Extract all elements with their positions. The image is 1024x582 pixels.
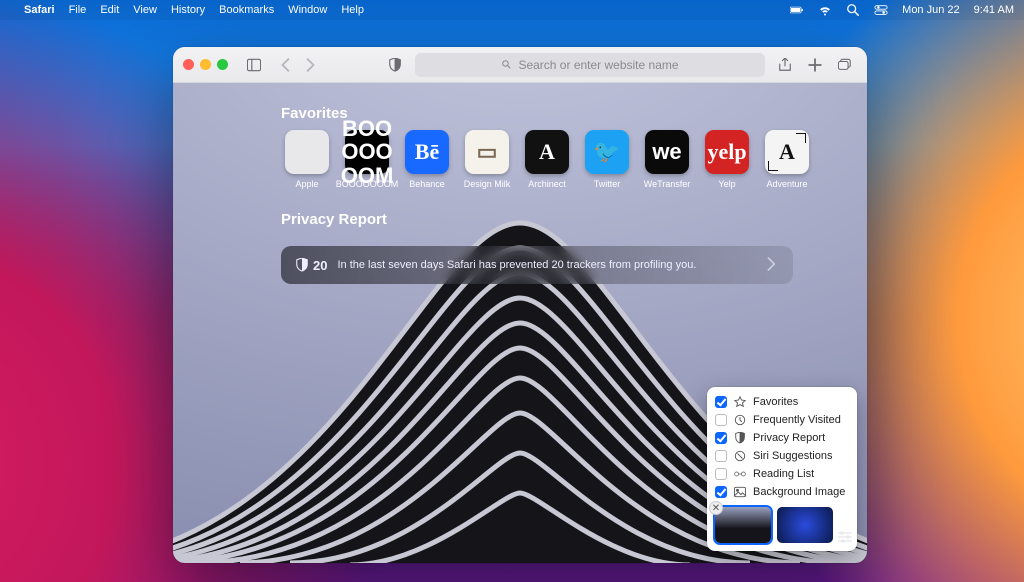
popover-row-favorites[interactable]: Favorites	[715, 393, 849, 411]
popover-label: Frequently Visited	[753, 414, 841, 426]
wifi-icon[interactable]	[818, 0, 832, 20]
favorite-adventure[interactable]: A Adventure	[761, 130, 813, 189]
search-icon	[501, 59, 512, 70]
macos-menubar: Safari File Edit View History Bookmarks …	[0, 0, 1024, 20]
favorite-apple[interactable]: Apple	[281, 130, 333, 189]
app-menu[interactable]: Safari	[24, 4, 55, 16]
favorite-tile: we	[645, 130, 689, 174]
favorite-tile: 🐦	[585, 130, 629, 174]
favorites-heading: Favorites	[173, 83, 867, 130]
safari-toolbar: Search or enter website name	[173, 47, 867, 83]
menu-window[interactable]: Window	[288, 4, 327, 16]
popover-label: Privacy Report	[753, 432, 825, 444]
favorite-tile: A	[765, 130, 809, 174]
siri-icon	[733, 450, 747, 462]
menubar-time[interactable]: 9:41 AM	[974, 4, 1014, 16]
favorite-behance[interactable]: Bē Behance	[401, 130, 453, 189]
menu-help[interactable]: Help	[341, 4, 364, 16]
favorite-design-milk[interactable]: ▭ Design Milk	[461, 130, 513, 189]
start-page-settings-button[interactable]	[837, 530, 853, 549]
popover-label: Reading List	[753, 468, 814, 480]
menu-edit[interactable]: Edit	[100, 4, 119, 16]
favorite-label: Archinect	[528, 179, 566, 189]
image-icon	[733, 486, 747, 498]
favorite-tile: yelp	[705, 130, 749, 174]
privacy-message: In the last seven days Safari has preven…	[337, 259, 696, 271]
url-bar-placeholder: Search or enter website name	[518, 58, 678, 72]
spotlight-icon[interactable]	[846, 0, 860, 20]
popover-checkbox[interactable]	[715, 486, 727, 498]
popover-row-privacy-report[interactable]: Privacy Report	[715, 429, 849, 447]
popover-checkbox[interactable]	[715, 432, 727, 444]
start-page: Favorites AppleBOO OOO OOMBOOOOOOOMBēBeh…	[173, 83, 867, 563]
window-close-button[interactable]	[183, 59, 194, 70]
privacy-report-heading: Privacy Report	[173, 189, 867, 236]
privacy-report-row[interactable]: 20 In the last seven days Safari has pre…	[281, 246, 793, 284]
favorite-label: WeTransfer	[644, 179, 691, 189]
show-tabs-button[interactable]	[833, 54, 857, 76]
background-thumb-2[interactable]	[777, 507, 833, 543]
favorite-label: Apple	[295, 179, 318, 189]
safari-window: Search or enter website name	[173, 47, 867, 563]
clock-icon	[733, 414, 747, 426]
sidebar-toggle-button[interactable]	[242, 54, 266, 76]
popover-checkbox[interactable]	[715, 450, 727, 462]
forward-button[interactable]	[298, 54, 322, 76]
favorite-label: Adventure	[766, 179, 807, 189]
favorite-label: Design Milk	[464, 179, 511, 189]
favorite-label: Behance	[409, 179, 445, 189]
favorite-twitter[interactable]: 🐦 Twitter	[581, 130, 633, 189]
new-tab-button[interactable]	[803, 54, 827, 76]
popover-checkbox[interactable]	[715, 414, 727, 426]
popover-label: Background Image	[753, 486, 845, 498]
popover-row-background-image[interactable]: Background Image	[715, 483, 849, 501]
window-zoom-button[interactable]	[217, 59, 228, 70]
privacy-report-button[interactable]	[383, 54, 407, 76]
favorite-tile	[285, 130, 329, 174]
battery-icon[interactable]	[790, 0, 804, 20]
privacy-count: 20	[313, 258, 327, 273]
popover-label: Siri Suggestions	[753, 450, 833, 462]
menubar-date[interactable]: Mon Jun 22	[902, 4, 959, 16]
favorite-tile: Bē	[405, 130, 449, 174]
glasses-icon	[733, 468, 747, 480]
share-button[interactable]	[773, 54, 797, 76]
back-button[interactable]	[274, 54, 298, 76]
menu-bookmarks[interactable]: Bookmarks	[219, 4, 274, 16]
star-icon	[733, 396, 747, 408]
start-page-settings-popover: Favorites Frequently Visited Privacy Repor…	[707, 387, 857, 551]
favorite-tile: ▭	[465, 130, 509, 174]
favorite-wetransfer[interactable]: we WeTransfer	[641, 130, 693, 189]
popover-row-reading-list[interactable]: Reading List	[715, 465, 849, 483]
menu-history[interactable]: History	[171, 4, 205, 16]
shield-icon	[295, 258, 309, 272]
favorite-tile: BOO OOO OOM	[345, 130, 389, 174]
control-center-icon[interactable]	[874, 0, 888, 20]
popover-checkbox[interactable]	[715, 468, 727, 480]
menu-file[interactable]: File	[69, 4, 87, 16]
favorite-label: Twitter	[594, 179, 621, 189]
popover-checkbox[interactable]	[715, 396, 727, 408]
background-thumb-1[interactable]	[715, 507, 771, 543]
popover-label: Favorites	[753, 396, 798, 408]
popover-row-frequently-visited[interactable]: Frequently Visited	[715, 411, 849, 429]
url-bar[interactable]: Search or enter website name	[415, 53, 765, 77]
favorite-archinect[interactable]: A Archinect	[521, 130, 573, 189]
window-minimize-button[interactable]	[200, 59, 211, 70]
favorite-label: Yelp	[718, 179, 735, 189]
favorite-yelp[interactable]: yelp Yelp	[701, 130, 753, 189]
favorite-tile: A	[525, 130, 569, 174]
favorite-label: BOOOOOOOM	[336, 179, 399, 189]
favorite-booooooom[interactable]: BOO OOO OOMBOOOOOOOM	[341, 130, 393, 189]
chevron-right-icon	[765, 257, 779, 274]
shield-icon	[733, 432, 747, 444]
menu-view[interactable]: View	[133, 4, 157, 16]
remove-background-button[interactable]: ✕	[709, 501, 723, 515]
popover-row-siri-suggestions[interactable]: Siri Suggestions	[715, 447, 849, 465]
